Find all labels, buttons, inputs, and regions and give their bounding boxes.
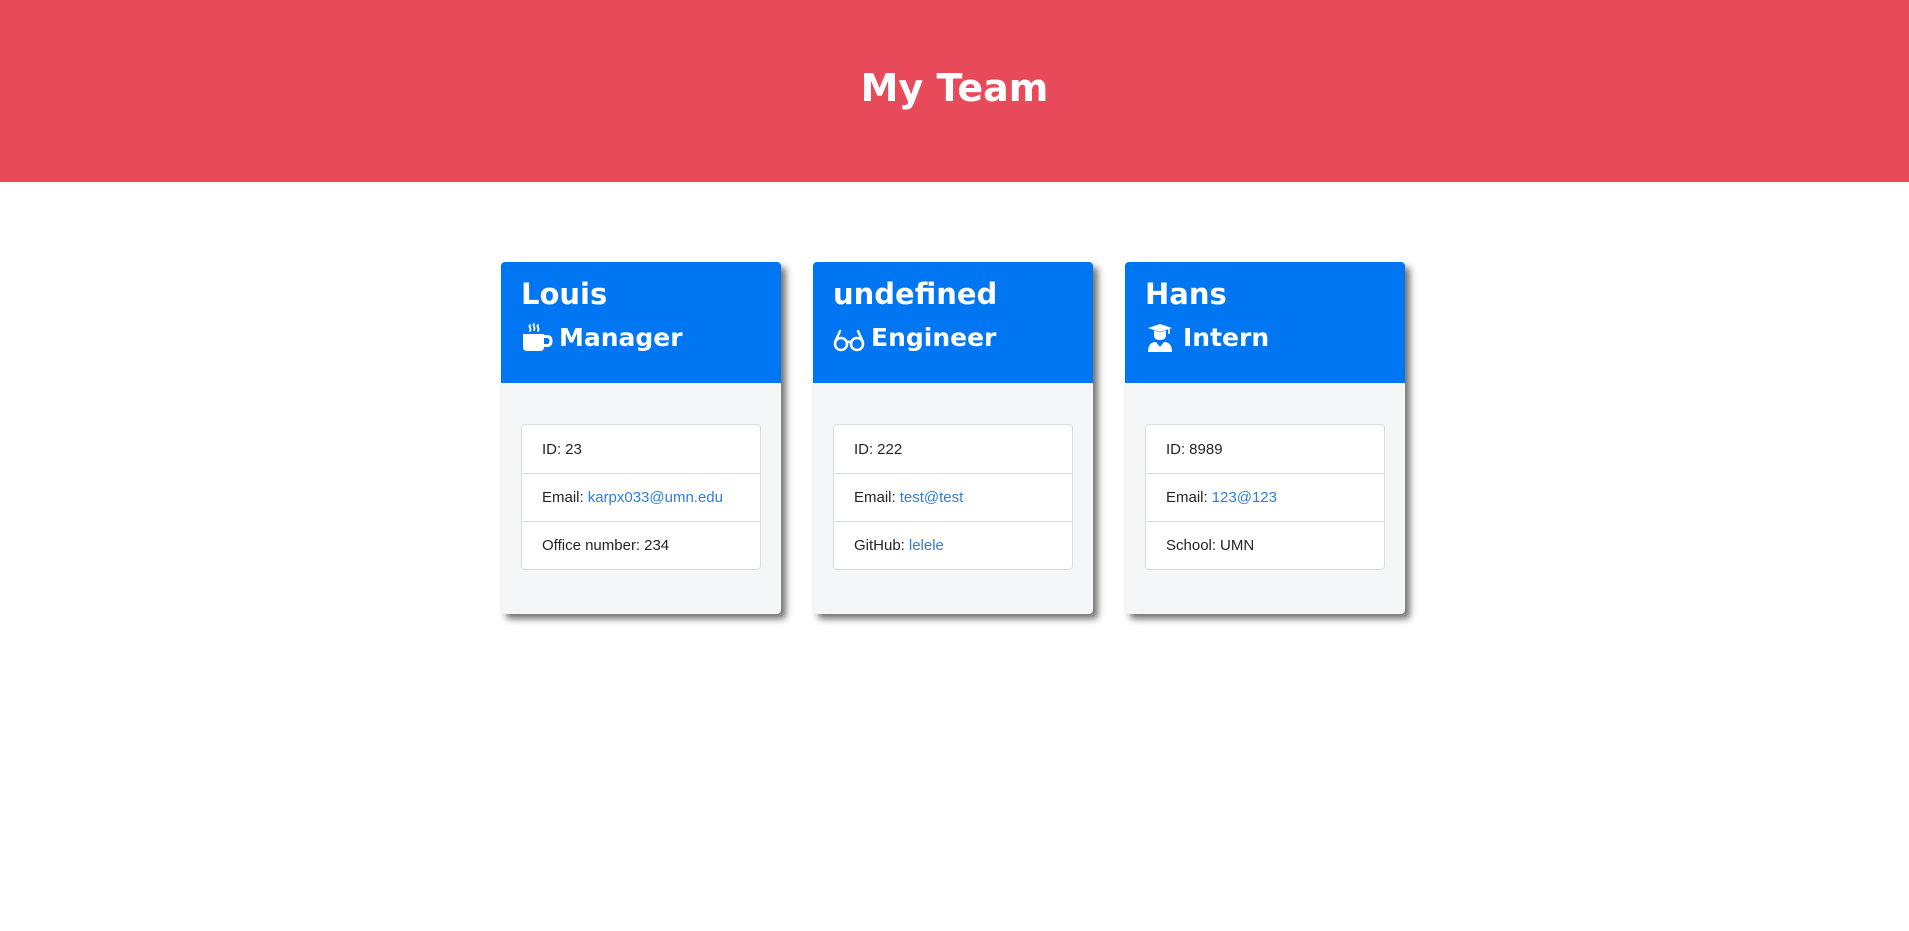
employee-details: ID: 8989 Email: 123@123 School: UMN [1145, 424, 1385, 570]
email-label: Email: [542, 489, 584, 506]
school-value: UMN [1220, 537, 1255, 554]
card-header: undefined Engineer [813, 262, 1093, 383]
card-body: ID: 23 Email: karpx033@umn.edu Office nu… [501, 383, 781, 570]
employee-name: Hans [1145, 277, 1227, 311]
github-label: GitHub: [854, 537, 905, 554]
github-link[interactable]: lelele [909, 537, 944, 554]
id-item: ID: 8989 [1146, 425, 1384, 473]
github-item: GitHub: lelele [834, 521, 1072, 569]
email-item: Email: test@test [834, 473, 1072, 521]
email-link[interactable]: 123@123 [1212, 489, 1277, 506]
office-number-label: Office number: [542, 537, 641, 554]
school-label: School: [1166, 537, 1217, 554]
id-item: ID: 222 [834, 425, 1072, 473]
email-link[interactable]: test@test [900, 489, 964, 506]
school-item: School: UMN [1146, 521, 1384, 569]
id-label: ID: [1166, 440, 1186, 458]
card-body: ID: 8989 Email: 123@123 School: UMN [1125, 383, 1405, 570]
role-label: Intern [1183, 323, 1270, 352]
card-header: Louis Manager [501, 262, 781, 383]
employee-role: Manager [521, 322, 761, 354]
email-link[interactable]: karpx033@umn.edu [588, 489, 723, 506]
id-item: ID: 23 [522, 425, 760, 473]
id-value: 8989 [1189, 440, 1223, 458]
page-header: My Team [0, 0, 1909, 182]
page-title: My Team [860, 66, 1049, 110]
role-label: Engineer [871, 323, 997, 352]
employee-role: Engineer [833, 322, 1073, 354]
employee-name: undefined [833, 277, 998, 311]
mug-icon [523, 323, 553, 351]
email-label: Email: [1166, 489, 1208, 506]
email-item: Email: karpx033@umn.edu [522, 473, 760, 521]
id-label: ID: [854, 440, 874, 458]
role-label: Manager [559, 323, 683, 352]
id-value: 23 [565, 440, 582, 458]
id-value: 222 [877, 440, 903, 458]
team-cards: Louis Manager ID: 23 Email: karpx033@umn… [501, 262, 1405, 614]
office-number-value: 234 [644, 537, 670, 554]
graduate-icon [1148, 324, 1172, 352]
office-number-item: Office number: 234 [522, 521, 760, 569]
email-label: Email: [854, 489, 896, 506]
glasses-icon [833, 329, 865, 352]
employee-card-manager: Louis Manager ID: 23 Email: karpx033@umn… [501, 262, 781, 614]
employee-name: Louis [521, 277, 608, 311]
card-body: ID: 222 Email: test@test GitHub: lelele [813, 383, 1093, 570]
id-label: ID: [542, 440, 562, 458]
employee-details: ID: 222 Email: test@test GitHub: lelele [833, 424, 1073, 570]
employee-card-engineer: undefined Engineer ID: 222 Email: test@t… [813, 262, 1093, 614]
employee-card-intern: Hans Intern ID: 8989 Email: 123@123 Scho… [1125, 262, 1405, 614]
employee-role: Intern [1145, 322, 1385, 354]
email-item: Email: 123@123 [1146, 473, 1384, 521]
card-header: Hans Intern [1125, 262, 1405, 383]
employee-details: ID: 23 Email: karpx033@umn.edu Office nu… [521, 424, 761, 570]
